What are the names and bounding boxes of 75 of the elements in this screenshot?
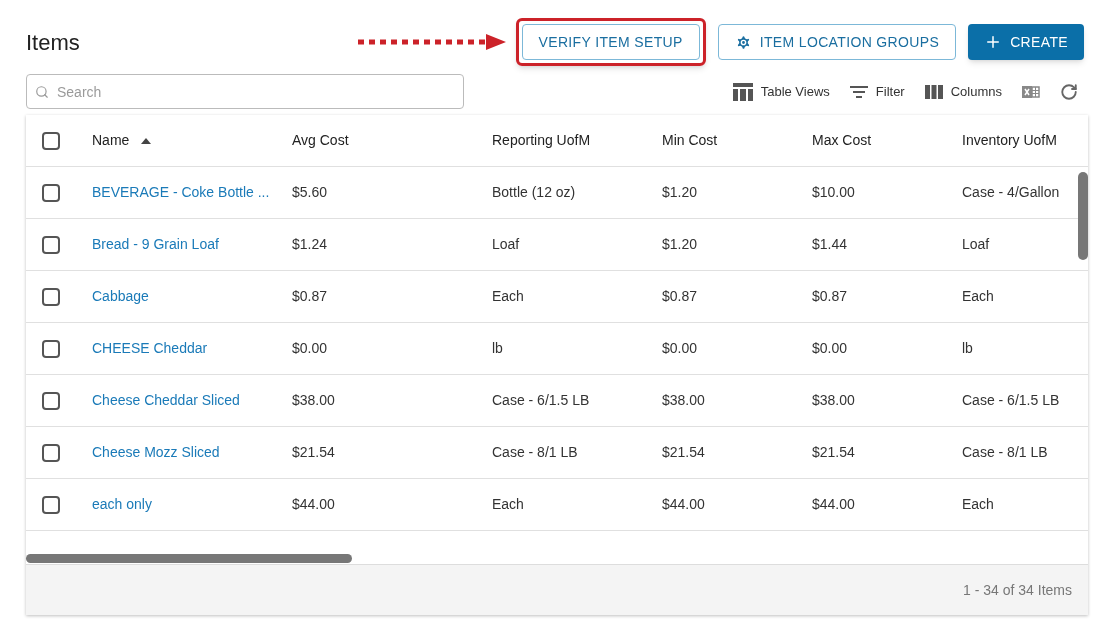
filter-icon — [849, 85, 868, 98]
item-link[interactable]: Bread - 9 Grain Loaf — [92, 234, 292, 255]
table-cell-text: Bottle (12 oz) — [492, 183, 577, 202]
checkbox[interactable] — [42, 443, 60, 462]
table-cell-text: $0.87 — [292, 287, 329, 306]
checkbox[interactable] — [42, 391, 60, 410]
sort-icon — [141, 137, 152, 144]
column-header[interactable]: Name — [92, 130, 152, 151]
table-cell-text: $1.20 — [662, 183, 699, 202]
table-cell-text: $21.54 — [812, 443, 856, 462]
table-cell-text: Loaf — [492, 235, 521, 254]
item-link[interactable]: CHEESE Cheddar — [92, 338, 292, 359]
item-link[interactable]: Cheese Mozz Sliced — [92, 442, 292, 463]
checkbox[interactable] — [42, 495, 60, 514]
table-cell-text: lb — [962, 339, 974, 358]
table-cell-text: Case - 8/1 LB — [962, 443, 1049, 462]
page-title: Items — [26, 28, 80, 57]
table-cell-text: $0.87 — [812, 287, 849, 306]
table-cell-text: $44.00 — [292, 495, 336, 514]
table-cell-text: Each — [492, 287, 525, 306]
table-cell-text: Each — [962, 495, 995, 514]
column-header[interactable]: Reporting UofM — [492, 130, 591, 151]
vertical-scrollbar[interactable] — [1078, 172, 1088, 260]
checkbox[interactable] — [42, 183, 60, 202]
checkbox[interactable] — [42, 235, 60, 254]
table-cell-text: $1.24 — [292, 235, 329, 254]
spreadsheet-icon[interactable] — [1022, 83, 1040, 100]
table-cell-text: $0.00 — [662, 339, 699, 358]
table-cell-text: Case - 8/1 LB — [492, 443, 579, 462]
table-cell-text: Each — [962, 287, 995, 306]
table-cell-text: $10.00 — [812, 183, 856, 202]
table-cell-text: $38.00 — [292, 391, 336, 410]
verify-button[interactable]: VERIFY ITEM SETUP — [521, 24, 700, 60]
column-header[interactable]: Max Cost — [812, 130, 872, 151]
table-cell-text: Case - 6/1.5 LB — [962, 391, 1061, 410]
create-button[interactable]: CREATE — [968, 24, 1084, 60]
pagination-summary: 1 - 34 of 34 Items — [963, 580, 1072, 600]
columns-icon — [924, 84, 943, 99]
horizontal-scrollbar[interactable] — [26, 554, 352, 563]
table-cell-text: $21.54 — [292, 443, 336, 462]
item-link[interactable]: Cheese Cheddar Sliced — [92, 390, 292, 411]
table-cell-text: $5.60 — [292, 183, 329, 202]
item-link[interactable]: BEVERAGE - Coke Bottle ... — [92, 182, 292, 203]
search-field[interactable]: Search — [26, 74, 464, 109]
table-cell-text: $38.00 — [662, 391, 706, 410]
checkbox[interactable] — [42, 287, 60, 306]
search-icon — [35, 85, 49, 99]
table-cell-text: $38.00 — [812, 391, 856, 410]
column-header[interactable]: Min Cost — [662, 130, 718, 151]
table-cell-text: $0.87 — [662, 287, 699, 306]
toolbar-button[interactable]: Table Views — [732, 81, 830, 102]
table-cell-text: Case - 6/1.5 LB — [492, 391, 591, 410]
table-cell-text: $0.00 — [292, 339, 329, 358]
column-header[interactable]: Inventory UofM — [962, 130, 1057, 151]
gear-icon — [734, 33, 752, 51]
table-cell-text: $21.54 — [662, 443, 706, 462]
checkbox[interactable] — [42, 131, 60, 150]
table-cell-text: Loaf — [962, 235, 991, 254]
table-cell-text: lb — [492, 339, 504, 358]
table-icon — [732, 82, 753, 101]
item-link[interactable]: each only — [92, 494, 292, 515]
table-cell-text: Case - 4/Gallon — [962, 183, 1061, 202]
toolbar-button[interactable]: Filter — [849, 81, 905, 102]
table-cell-text: $44.00 — [662, 495, 706, 514]
checkbox[interactable] — [42, 339, 60, 358]
table-cell-text: $1.20 — [662, 235, 699, 254]
location-groups-button[interactable]: ITEM LOCATION GROUPS — [717, 24, 957, 60]
table-cell-text: Each — [492, 495, 525, 514]
refresh-icon[interactable] — [1060, 82, 1078, 101]
item-link[interactable]: Cabbage — [92, 286, 292, 307]
table-cell-text: $44.00 — [812, 495, 856, 514]
toolbar-button[interactable]: Columns — [924, 81, 1002, 102]
table-cell-text: $1.44 — [812, 235, 849, 254]
column-header[interactable]: Avg Cost — [292, 130, 349, 151]
table-cell-text: $0.00 — [812, 339, 849, 358]
